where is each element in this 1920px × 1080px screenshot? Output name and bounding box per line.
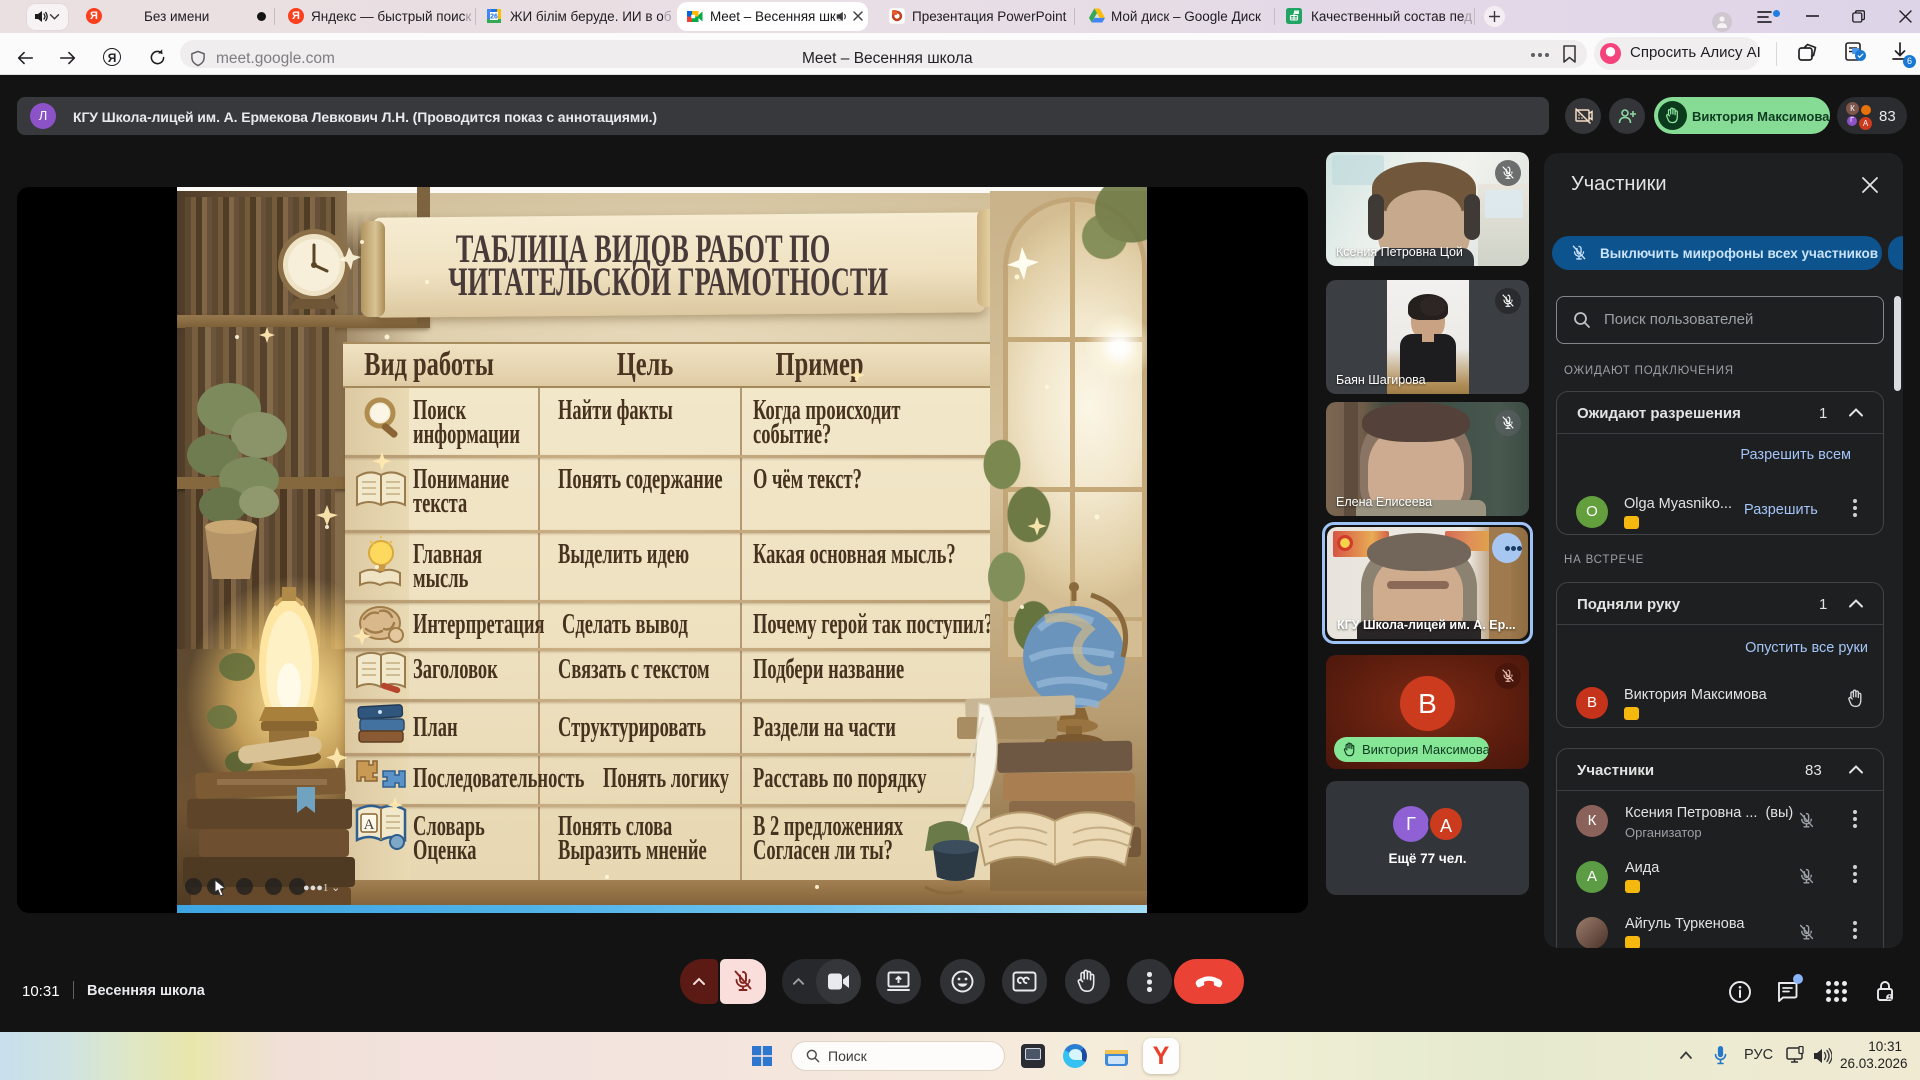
svg-text:26: 26 <box>490 14 498 21</box>
